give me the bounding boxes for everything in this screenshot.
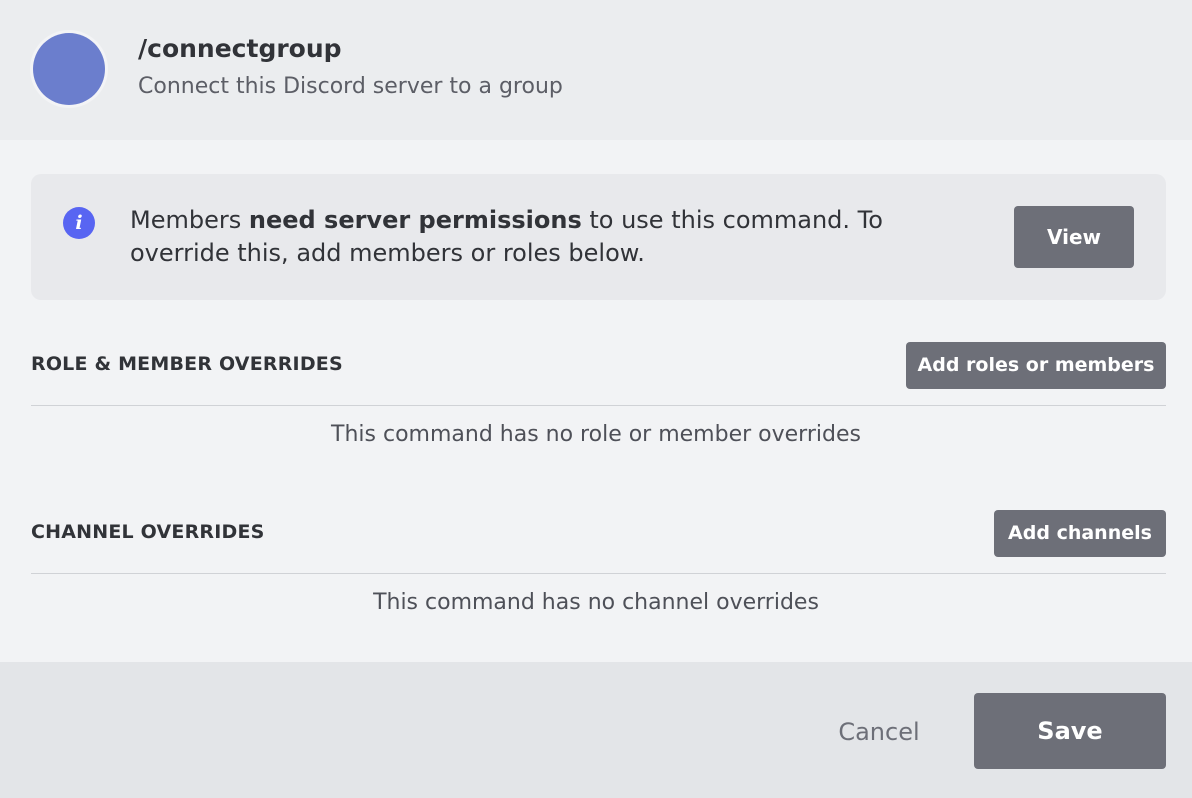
- role-member-overrides-title: ROLE & MEMBER OVERRIDES: [31, 353, 343, 375]
- add-channels-button[interactable]: Add channels: [994, 510, 1166, 557]
- notice-text-bold: need server permissions: [248, 206, 582, 234]
- view-permissions-button[interactable]: View: [1014, 206, 1134, 268]
- command-description: Connect this Discord server to a group: [138, 74, 563, 99]
- notice-text: Members need server permissions to use t…: [130, 204, 980, 270]
- add-roles-or-members-button[interactable]: Add roles or members: [906, 342, 1166, 389]
- cancel-button[interactable]: Cancel: [820, 712, 938, 752]
- divider: [31, 573, 1166, 574]
- divider: [31, 405, 1166, 406]
- command-name: /connectgroup: [138, 34, 342, 63]
- save-button[interactable]: Save: [974, 693, 1166, 769]
- command-header: [0, 0, 1192, 140]
- info-icon: i: [63, 207, 95, 239]
- role-overrides-empty-text: This command has no role or member overr…: [331, 422, 861, 447]
- channel-overrides-title: CHANNEL OVERRIDES: [31, 521, 265, 543]
- channel-overrides-empty-text: This command has no channel overrides: [373, 590, 819, 615]
- command-avatar: [33, 33, 105, 105]
- notice-text-before: Members: [130, 206, 249, 234]
